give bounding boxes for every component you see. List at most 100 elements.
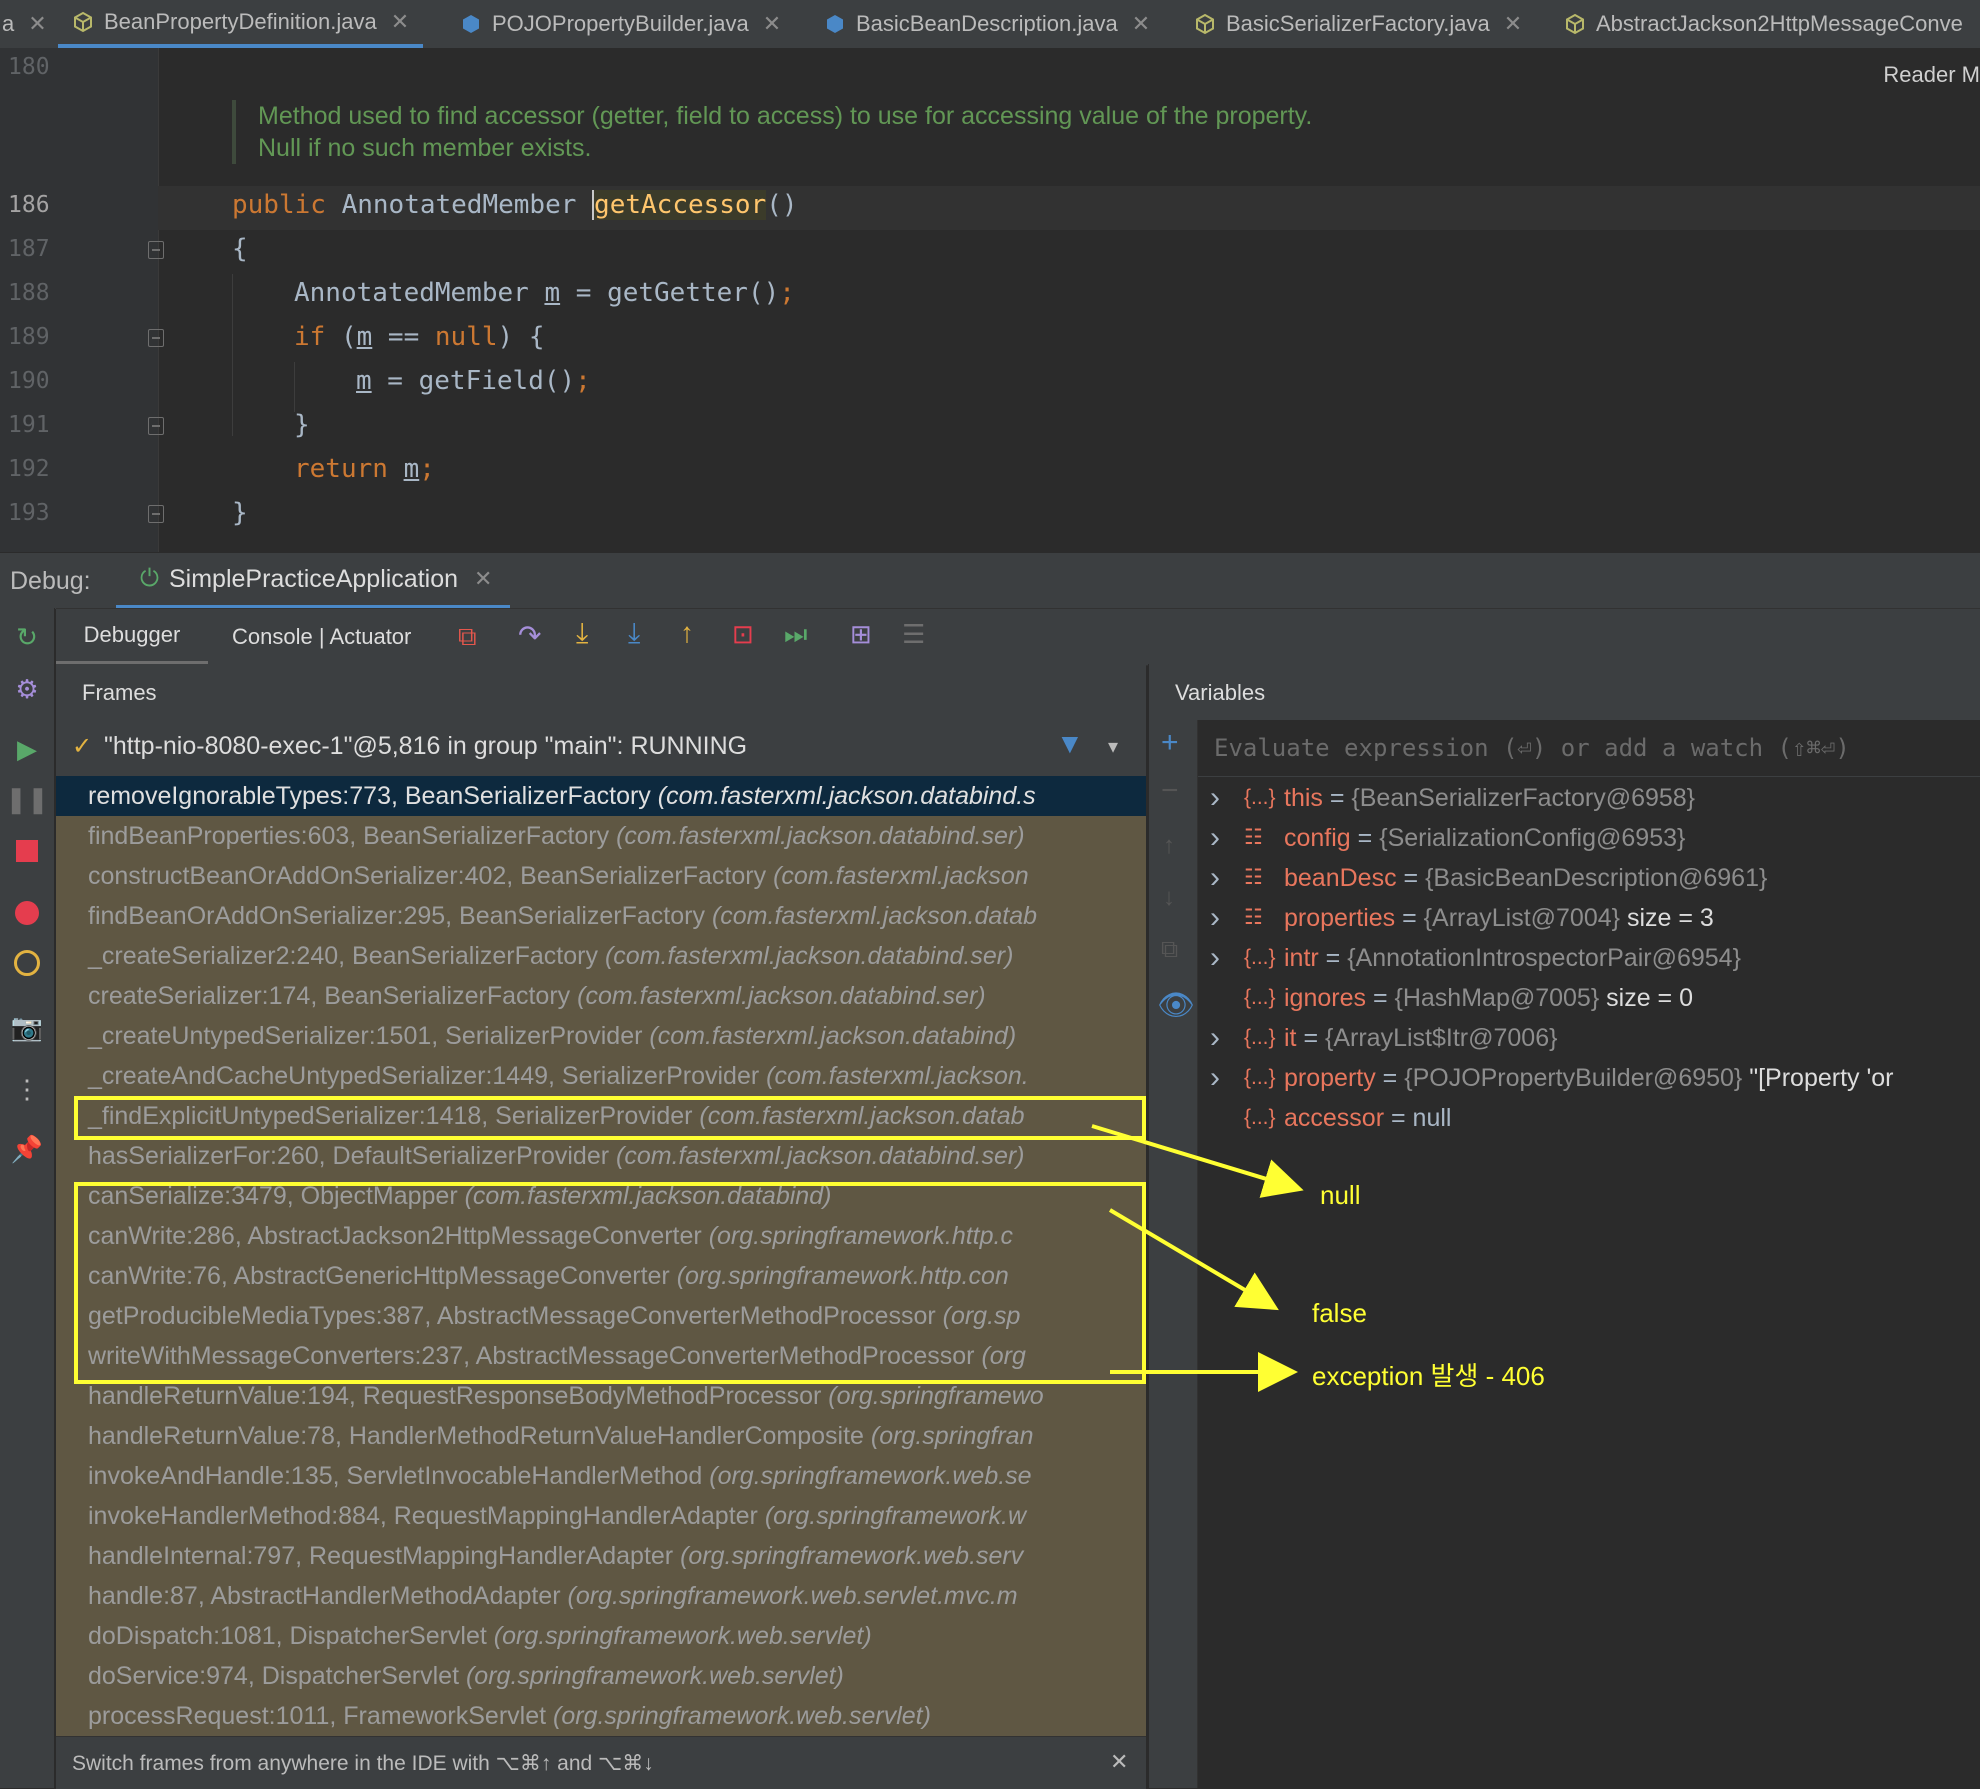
remove-watch-icon[interactable]: − bbox=[1161, 774, 1179, 808]
editor-tab[interactable]: AbstractJackson2HttpMessageConve bbox=[1564, 0, 1963, 48]
variable-row[interactable]: › ☷ properties = {ArrayList@7004} size = 3 bbox=[1198, 898, 1980, 938]
tab-debugger[interactable]: Debugger bbox=[56, 609, 208, 665]
stack-frame[interactable]: handleInternal:797, RequestMappingHandle… bbox=[56, 1536, 1146, 1576]
force-step-into-icon[interactable]: ⤓ bbox=[628, 617, 640, 650]
stack-frame[interactable]: handle:87, AbstractHandlerMethodAdapter … bbox=[56, 1576, 1146, 1616]
editor-tab[interactable]: POJOPropertyBuilder.java ✕ bbox=[460, 0, 781, 48]
variable-row[interactable]: › {...} intr = {AnnotationIntrospectorPair… bbox=[1198, 938, 1980, 978]
variable-row[interactable]: {...} ignores = {HashMap@7005} size = 0 bbox=[1198, 978, 1980, 1018]
java-class-icon bbox=[1196, 13, 1214, 35]
editor-tab[interactable]: BasicSerializerFactory.java ✕ bbox=[1194, 0, 1522, 48]
eye-icon[interactable]: 👁 bbox=[1157, 988, 1195, 1023]
chevron-right-icon[interactable]: › bbox=[1210, 898, 1220, 938]
stack-frame[interactable]: _createSerializer2:240, BeanSerializerFa… bbox=[56, 936, 1146, 976]
more-icon[interactable]: ⋮ bbox=[12, 1074, 42, 1104]
variable-row[interactable]: › ☷ beanDesc = {BasicBeanDescription@6961} bbox=[1198, 858, 1980, 898]
stack-frame[interactable]: invokeAndHandle:135, ServletInvocableHan… bbox=[56, 1456, 1146, 1496]
stack-frame[interactable]: constructBeanOrAddOnSerializer:402, Bean… bbox=[56, 856, 1146, 896]
camera-icon[interactable]: 📷 bbox=[11, 1012, 43, 1042]
chevron-right-icon[interactable]: › bbox=[1210, 1058, 1220, 1098]
stack-frame[interactable]: _createUntypedSerializer:1501, Serialize… bbox=[56, 1016, 1146, 1056]
tab-console-actuator[interactable]: Console | Actuator bbox=[232, 609, 411, 665]
editor-tab[interactable]: a ✕ bbox=[0, 0, 47, 48]
chevron-right-icon[interactable]: › bbox=[1210, 858, 1220, 898]
step-out-icon[interactable]: ↑ bbox=[680, 617, 694, 649]
variable-row[interactable]: › {...} this = {BeanSerializerFactory@6958… bbox=[1198, 778, 1980, 818]
stack-frame[interactable]: doDispatch:1081, DispatcherServlet (org.… bbox=[56, 1616, 1146, 1656]
resume-program-icon[interactable]: ⏭ bbox=[784, 619, 807, 651]
variable-row[interactable]: › ☷ config = {SerializationConfig@6953} bbox=[1198, 818, 1980, 858]
stop-icon[interactable] bbox=[12, 836, 42, 866]
stack-frame[interactable]: removeIgnorableTypes:773, BeanSerializer… bbox=[56, 776, 1146, 816]
close-icon[interactable]: ✕ bbox=[1110, 1749, 1128, 1775]
rerun-icon[interactable]: ↻ bbox=[12, 622, 42, 652]
stack-frame[interactable]: hasSerializerFor:260, DefaultSerializerP… bbox=[56, 1136, 1146, 1176]
step-into-icon[interactable]: ⤓ bbox=[576, 617, 588, 650]
annotation-exception: exception 발생 - 406 bbox=[1312, 1361, 1545, 1391]
chevron-right-icon[interactable]: › bbox=[1210, 818, 1220, 858]
resume-icon[interactable]: ▶ bbox=[12, 734, 42, 764]
arrow-up-icon[interactable]: ↑ bbox=[1163, 832, 1175, 860]
frame-method: handleInternal:797, RequestMappingHandle… bbox=[88, 1542, 674, 1570]
stack-frame[interactable]: handleReturnValue:78, HandlerMethodRetur… bbox=[56, 1416, 1146, 1456]
reader-mode-button[interactable]: Reader M bbox=[1883, 62, 1980, 88]
tab-label: Debugger bbox=[83, 622, 181, 647]
restore-layout-icon[interactable]: ⧉ bbox=[458, 621, 477, 653]
code-text: = getGetter() bbox=[560, 278, 780, 308]
fold-marker[interactable] bbox=[148, 241, 164, 259]
fold-marker[interactable] bbox=[148, 505, 164, 523]
editor-tab-active[interactable]: BeanPropertyDefinition.java ✕ bbox=[58, 0, 424, 48]
frame-package: (com.fasterxml.jackson.databind.ser) bbox=[616, 822, 1025, 850]
stack-frame[interactable]: createSerializer:174, BeanSerializerFact… bbox=[56, 976, 1146, 1016]
settings-gear-icon[interactable]: ⚙ bbox=[12, 674, 42, 704]
evaluate-expression-icon[interactable]: ⊞ bbox=[850, 619, 872, 650]
view-breakpoints-icon[interactable] bbox=[12, 898, 42, 928]
chevron-right-icon[interactable]: › bbox=[1210, 1018, 1220, 1058]
stack-frame[interactable]: invokeHandlerMethod:884, RequestMappingH… bbox=[56, 1496, 1146, 1536]
pin-icon[interactable]: 📌 bbox=[11, 1134, 43, 1164]
chevron-down-icon[interactable]: ▾ bbox=[1108, 734, 1118, 759]
tab-label: BasicBeanDescription.java bbox=[856, 11, 1118, 36]
chevron-right-icon[interactable]: › bbox=[1210, 778, 1220, 818]
editor-tab[interactable]: BasicBeanDescription.java ✕ bbox=[824, 0, 1150, 48]
duplicate-icon[interactable]: ⧉ bbox=[1161, 936, 1178, 964]
mute-breakpoints-icon[interactable] bbox=[12, 948, 42, 978]
stack-frame[interactable]: findBeanOrAddOnSerializer:295, BeanSeria… bbox=[56, 896, 1146, 936]
debug-session-tab[interactable]: ⏻ SimplePracticeApplication ✕ bbox=[116, 553, 511, 609]
variable-name: config bbox=[1284, 824, 1351, 852]
variable-name: accessor bbox=[1284, 1104, 1385, 1132]
line-number: 180 bbox=[8, 54, 50, 80]
variable-row[interactable]: › {...} it = {ArrayList$Itr@7006} bbox=[1198, 1018, 1980, 1058]
fold-marker[interactable] bbox=[148, 417, 164, 435]
arrow-down-icon[interactable]: ↓ bbox=[1163, 884, 1175, 912]
step-over-icon[interactable]: ↷ bbox=[518, 619, 541, 652]
pause-icon[interactable]: ❚❚ bbox=[5, 784, 49, 814]
close-icon[interactable]: ✕ bbox=[474, 566, 492, 592]
evaluate-expression-input[interactable]: Evaluate expression (⏎) or add a watch (… bbox=[1198, 720, 1980, 777]
semicolon: ; bbox=[419, 454, 435, 484]
close-icon[interactable]: ✕ bbox=[1504, 11, 1522, 37]
trace-list-icon[interactable]: ☰ bbox=[902, 619, 925, 650]
variable-row[interactable]: {...} accessor = null bbox=[1198, 1098, 1980, 1138]
close-icon[interactable]: ✕ bbox=[391, 9, 409, 35]
close-icon[interactable]: ✕ bbox=[763, 11, 781, 37]
close-icon[interactable]: ✕ bbox=[1132, 11, 1150, 37]
stack-frame[interactable]: findBeanProperties:603, BeanSerializerFa… bbox=[56, 816, 1146, 856]
variable-extra: "[Property 'or bbox=[1749, 1064, 1894, 1092]
indent-guide bbox=[294, 362, 295, 412]
chevron-right-icon[interactable]: › bbox=[1210, 938, 1220, 978]
line-number: 189 bbox=[8, 324, 50, 350]
stack-frame[interactable]: processRequest:1011, FrameworkServlet (o… bbox=[56, 1696, 1146, 1736]
thread-selector[interactable]: ✓ "http-nio-8080-exec-1"@5,816 in group … bbox=[56, 720, 1146, 777]
stack-frame[interactable]: _createAndCacheUntypedSerializer:1449, S… bbox=[56, 1056, 1146, 1096]
variables-panel-header: Variables bbox=[1148, 664, 1980, 721]
variable-row[interactable]: › {...} property = {POJOPropertyBuilder@69… bbox=[1198, 1058, 1980, 1098]
add-watch-icon[interactable]: + bbox=[1161, 726, 1179, 760]
stack-frame[interactable]: doService:974, DispatcherServlet (org.sp… bbox=[56, 1656, 1146, 1696]
code-text: ) { bbox=[497, 322, 545, 352]
fold-marker[interactable] bbox=[148, 329, 164, 347]
filter-icon[interactable]: ▼ bbox=[1056, 728, 1084, 760]
run-to-cursor-icon[interactable]: ⊡ bbox=[732, 619, 754, 650]
code-editor[interactable]: 180 186 187 188 189 190 191 192 193 Read… bbox=[0, 48, 1980, 552]
close-icon[interactable]: ✕ bbox=[28, 11, 46, 37]
